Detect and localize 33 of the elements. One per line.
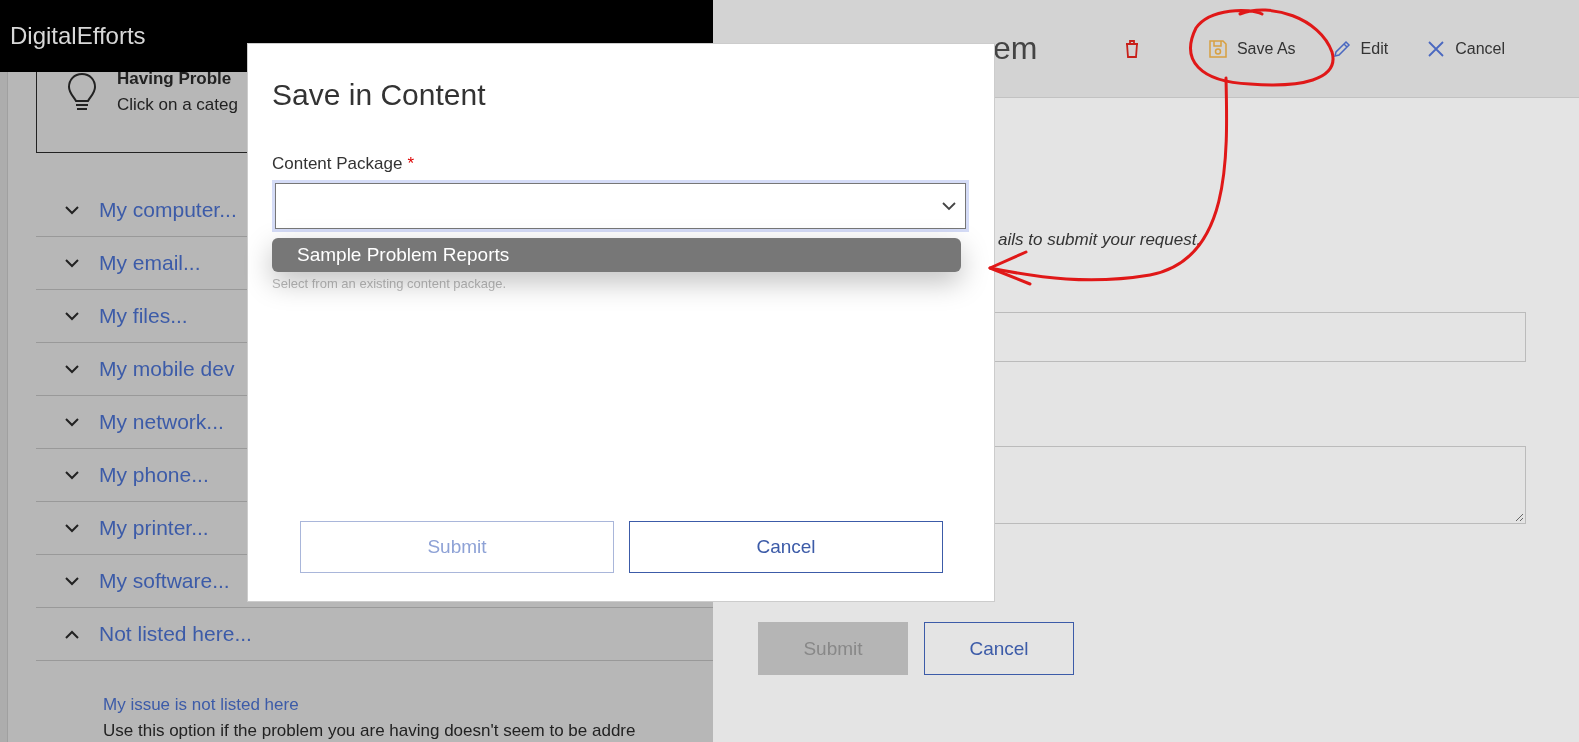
help-text: Click on a categ [117, 95, 238, 115]
edit-button[interactable]: Edit [1331, 38, 1389, 59]
category-link[interactable]: My mobile dev [99, 357, 235, 381]
dialog-title: Save in Content [272, 78, 487, 112]
help-heading: Having Proble [117, 69, 233, 89]
field-label: Content Package [272, 154, 403, 174]
category-link[interactable]: My email... [99, 251, 201, 275]
resize-grip-icon [1515, 513, 1523, 521]
required-mark: * [407, 154, 415, 174]
cancel-button[interactable]: Cancel [1426, 38, 1505, 59]
floppy-disk-icon [1207, 38, 1228, 59]
help-text: Select from an existing content package. [272, 276, 508, 291]
save-as-button[interactable]: Save As [1207, 38, 1296, 59]
app-title: DigitalEfforts [10, 22, 146, 50]
cancel-button[interactable]: Cancel [629, 521, 943, 573]
close-icon [1426, 38, 1447, 59]
lightbulb-icon [67, 72, 97, 112]
category-link[interactable]: My network... [99, 410, 224, 434]
pencil-icon [1331, 38, 1352, 59]
category-link[interactable]: My phone... [99, 463, 209, 487]
instructions-text: ails to submit your request. [998, 230, 1203, 250]
form-title: em [993, 30, 1038, 67]
category-link[interactable]: My computer... [99, 198, 237, 222]
category-link[interactable]: My printer... [99, 516, 209, 540]
dropdown-option[interactable]: Sample Problem Reports [272, 238, 961, 272]
issue-link[interactable]: My issue is not listed here [103, 695, 713, 715]
category-link[interactable]: My files... [99, 304, 188, 328]
category-link[interactable]: Not listed here... [99, 622, 252, 646]
dropdown-field[interactable] [272, 180, 969, 232]
chevron-down-icon [942, 201, 956, 211]
cancel-button[interactable]: Cancel [924, 622, 1074, 675]
category-link[interactable]: My software... [99, 569, 230, 593]
issue-description: Use this option if the problem you are having doesn't seem to be addre [103, 721, 637, 741]
